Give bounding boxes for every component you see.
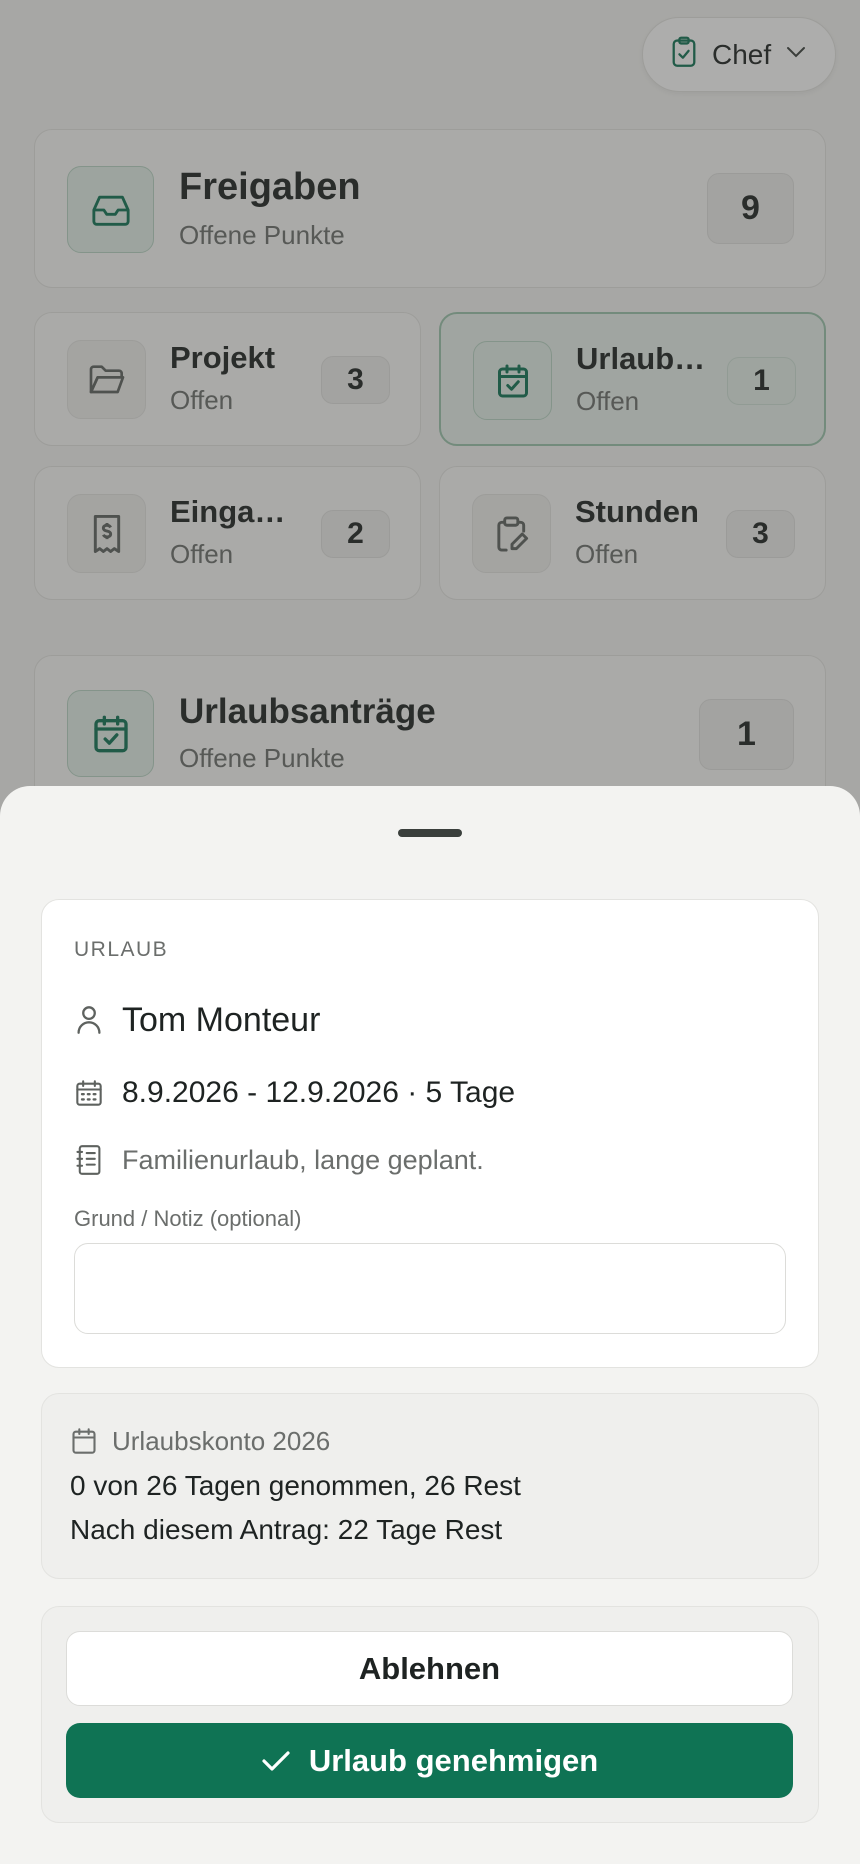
employee-name: Tom Monteur — [122, 1000, 321, 1039]
balance-after: Nach diesem Antrag: 22 Tage Rest — [70, 1514, 503, 1545]
sheet-drag-handle[interactable] — [398, 829, 462, 837]
balance-title: Urlaubskonto 2026 — [112, 1425, 331, 1456]
balance-taken: 0 von 26 Tagen genommen, 26 Rest — [70, 1470, 521, 1501]
reject-button[interactable]: Ablehnen — [66, 1631, 793, 1706]
user-icon — [74, 1005, 104, 1035]
balance-header: Urlaubskonto 2026 — [70, 1425, 330, 1457]
date-row: 8.9.2026 - 12.9.2026 · 5 Tage — [74, 1073, 515, 1113]
request-type-label: URLAUB — [74, 938, 169, 961]
calendar-icon — [74, 1079, 104, 1107]
approve-button[interactable]: Urlaub genehmigen — [66, 1723, 793, 1798]
notebook-icon — [74, 1145, 104, 1175]
date-range: 8.9.2026 - 12.9.2026 · 5 Tage — [122, 1076, 516, 1109]
calendar-icon — [70, 1427, 98, 1455]
reason-text: Familienurlaub, lange geplant. — [122, 1144, 484, 1175]
note-label: Grund / Notiz (optional) — [74, 1206, 302, 1231]
approve-label: Urlaub genehmigen — [308, 1742, 599, 1778]
employee-row: Tom Monteur — [74, 998, 320, 1042]
reason-row: Familienurlaub, lange geplant. — [74, 1140, 484, 1180]
note-input[interactable] — [74, 1243, 786, 1334]
check-icon — [261, 1749, 291, 1773]
